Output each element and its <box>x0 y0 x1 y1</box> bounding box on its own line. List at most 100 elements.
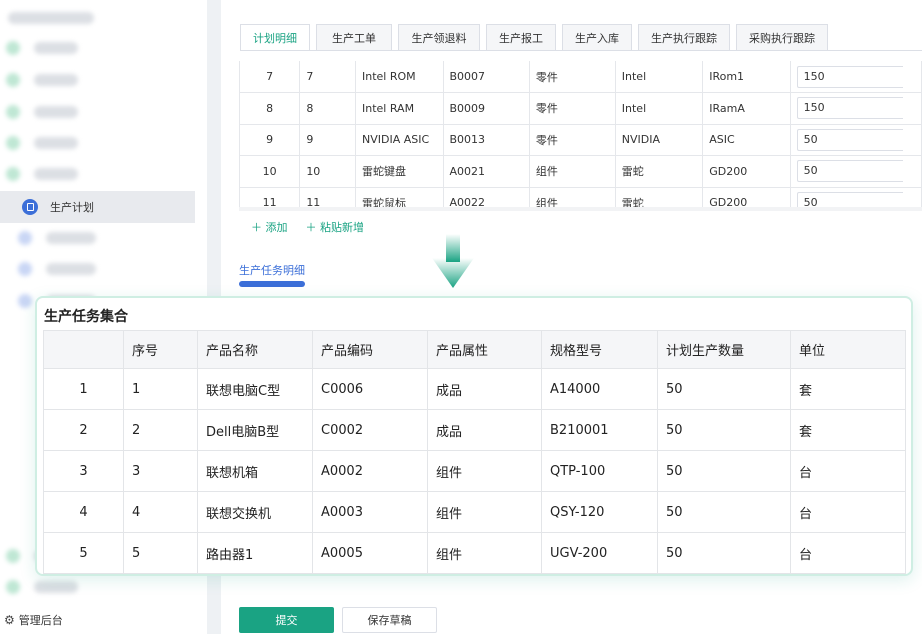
table-row: 2 2 Dell电脑B型 C0002 成品 B210001 50 套 <box>43 409 906 451</box>
table-cell: 3 <box>123 450 198 492</box>
table-row: 11 11 雷蛇鼠标 A0022 组件 雷蛇 GD200 50 <box>239 187 922 208</box>
table-cell: Dell电脑B型 <box>197 409 313 451</box>
table-cell: B0007 <box>443 61 530 93</box>
table-cell: 雷蛇鼠标 <box>355 187 444 208</box>
paste-add-button[interactable]: ＋ 粘贴新增 <box>306 219 365 235</box>
tab-plan-detail[interactable]: 计划明细 <box>240 24 310 50</box>
plus-icon: ＋ <box>305 221 317 234</box>
sidebar-blurred-item[interactable] <box>6 580 78 594</box>
quantity-input[interactable]: 50 <box>796 191 903 208</box>
table-cell: 组件 <box>427 491 542 533</box>
table-cell: NVIDIA ASIC <box>355 124 444 156</box>
add-row-button[interactable]: ＋ 添加 <box>251 219 288 235</box>
table-cell: 零件 <box>529 92 616 125</box>
admin-label: 管理后台 <box>18 614 63 627</box>
paste-add-label: 粘贴新增 <box>320 221 364 234</box>
tab-production-tracking[interactable]: 生产执行跟踪 <box>638 24 730 50</box>
table-cell: 联想电脑C型 <box>197 368 313 410</box>
table-cell: A0022 <box>443 187 530 208</box>
sidebar-blurred-item[interactable] <box>6 167 78 181</box>
table-cell: 50 <box>657 450 791 492</box>
column-header: 单位 <box>790 330 906 369</box>
table-cell: 台 <box>790 491 906 533</box>
table-cell: 7 <box>299 61 357 93</box>
column-header: 序号 <box>123 330 198 369</box>
table-cell: 50 <box>657 491 791 533</box>
tab-work-report[interactable]: 生产报工 <box>486 24 556 50</box>
subsection-title[interactable]: 生产任务明细 <box>239 262 305 278</box>
table-cell: 成品 <box>427 368 542 410</box>
table-cell: 台 <box>790 450 906 492</box>
plus-icon: ＋ <box>251 221 262 234</box>
table-cell: 路由器1 <box>197 532 313 574</box>
table-row: 8 8 Intel RAM B0009 零件 Intel IRamA 150 <box>239 92 922 125</box>
column-header <box>43 330 124 369</box>
table-cell: 联想交换机 <box>197 491 313 533</box>
task-table: 序号 产品名称 产品编码 产品属性 规格型号 计划生产数量 单位 1 1 联想电… <box>43 330 906 574</box>
horizontal-scrollbar[interactable] <box>239 207 922 211</box>
table-cell: 50 <box>790 187 922 208</box>
sidebar-blurred-item[interactable] <box>6 73 78 87</box>
sidebar-blurred-item[interactable] <box>6 41 78 55</box>
sidebar-blurred-item[interactable] <box>18 231 96 245</box>
table-cell: 2 <box>43 409 124 451</box>
table-cell: 9 <box>239 124 301 156</box>
task-collection-card: 生产任务集合 序号 产品名称 产品编码 产品属性 规格型号 计划生产数量 单位 … <box>35 296 913 576</box>
table-cell: A0021 <box>443 155 530 188</box>
table-cell: 5 <box>43 532 124 574</box>
table-cell: 11 <box>239 187 301 208</box>
quantity-input[interactable]: 150 <box>796 65 903 88</box>
tab-work-order[interactable]: 生产工单 <box>316 24 392 50</box>
table-cell: 1 <box>123 368 198 410</box>
table-cell: 雷蛇键盘 <box>355 155 444 188</box>
submit-button[interactable]: 提交 <box>239 607 334 633</box>
sidebar-blurred-item <box>6 11 94 25</box>
tabs-divider <box>240 50 922 51</box>
table-cell: GD200 <box>702 155 791 188</box>
table-cell: 组件 <box>427 450 542 492</box>
card-title: 生产任务集合 <box>44 309 128 325</box>
tab-purchase-tracking[interactable]: 采购执行跟踪 <box>736 24 828 50</box>
table-cell: 组件 <box>529 187 616 208</box>
save-draft-button[interactable]: 保存草稿 <box>342 607 437 633</box>
table-row: 3 3 联想机箱 A0002 组件 QTP-100 50 台 <box>43 450 906 492</box>
document-icon <box>22 199 38 215</box>
column-header: 规格型号 <box>541 330 658 369</box>
table-row: 10 10 雷蛇键盘 A0021 组件 雷蛇 GD200 50 <box>239 155 922 188</box>
sidebar-item-production-plan[interactable]: 生产计划 <box>0 191 195 223</box>
admin-link[interactable]: ⚙ 管理后台 <box>4 612 63 628</box>
tab-material-issue[interactable]: 生产领退料 <box>398 24 480 50</box>
row-actions: ＋ 添加 ＋ 粘贴新增 <box>251 219 364 235</box>
table-cell: 150 <box>790 92 922 125</box>
table-cell: 10 <box>239 155 301 188</box>
table-cell: IRom1 <box>702 61 791 93</box>
quantity-input[interactable]: 150 <box>796 97 903 120</box>
sidebar-blurred-item[interactable] <box>18 262 96 276</box>
table-cell: 套 <box>790 368 906 410</box>
table-cell: QSY-120 <box>541 491 658 533</box>
plan-detail-table: 7 7 Intel ROM B0007 零件 Intel IRom1 150 8… <box>239 61 922 208</box>
quantity-input[interactable]: 50 <box>796 128 903 151</box>
table-row: 5 5 路由器1 A0005 组件 UGV-200 50 台 <box>43 532 906 574</box>
table-cell: 7 <box>239 61 301 93</box>
column-header: 计划生产数量 <box>657 330 791 369</box>
table-header-row: 序号 产品名称 产品编码 产品属性 规格型号 计划生产数量 单位 <box>43 330 906 369</box>
tab-warehouse-in[interactable]: 生产入库 <box>562 24 632 50</box>
quantity-input[interactable]: 50 <box>796 160 903 183</box>
table-cell: 台 <box>790 532 906 574</box>
table-cell: B0009 <box>443 92 530 125</box>
sidebar-blurred-item[interactable] <box>6 136 78 150</box>
table-cell: 50 <box>657 532 791 574</box>
table-row: 9 9 NVIDIA ASIC B0013 零件 NVIDIA ASIC 50 <box>239 124 922 156</box>
column-header: 产品编码 <box>312 330 428 369</box>
table-cell: C0002 <box>312 409 428 451</box>
table-cell: NVIDIA <box>615 124 704 156</box>
tab-bar: 计划明细 生产工单 生产领退料 生产报工 生产入库 生产执行跟踪 采购执行跟踪 <box>240 24 828 50</box>
table-cell: 组件 <box>427 532 542 574</box>
table-cell: 套 <box>790 409 906 451</box>
sidebar-blurred-item[interactable] <box>6 105 78 119</box>
footer-actions: 提交 保存草稿 <box>239 607 437 633</box>
table-cell: 雷蛇 <box>615 155 704 188</box>
table-cell: B0013 <box>443 124 530 156</box>
table-row: 4 4 联想交换机 A0003 组件 QSY-120 50 台 <box>43 491 906 533</box>
